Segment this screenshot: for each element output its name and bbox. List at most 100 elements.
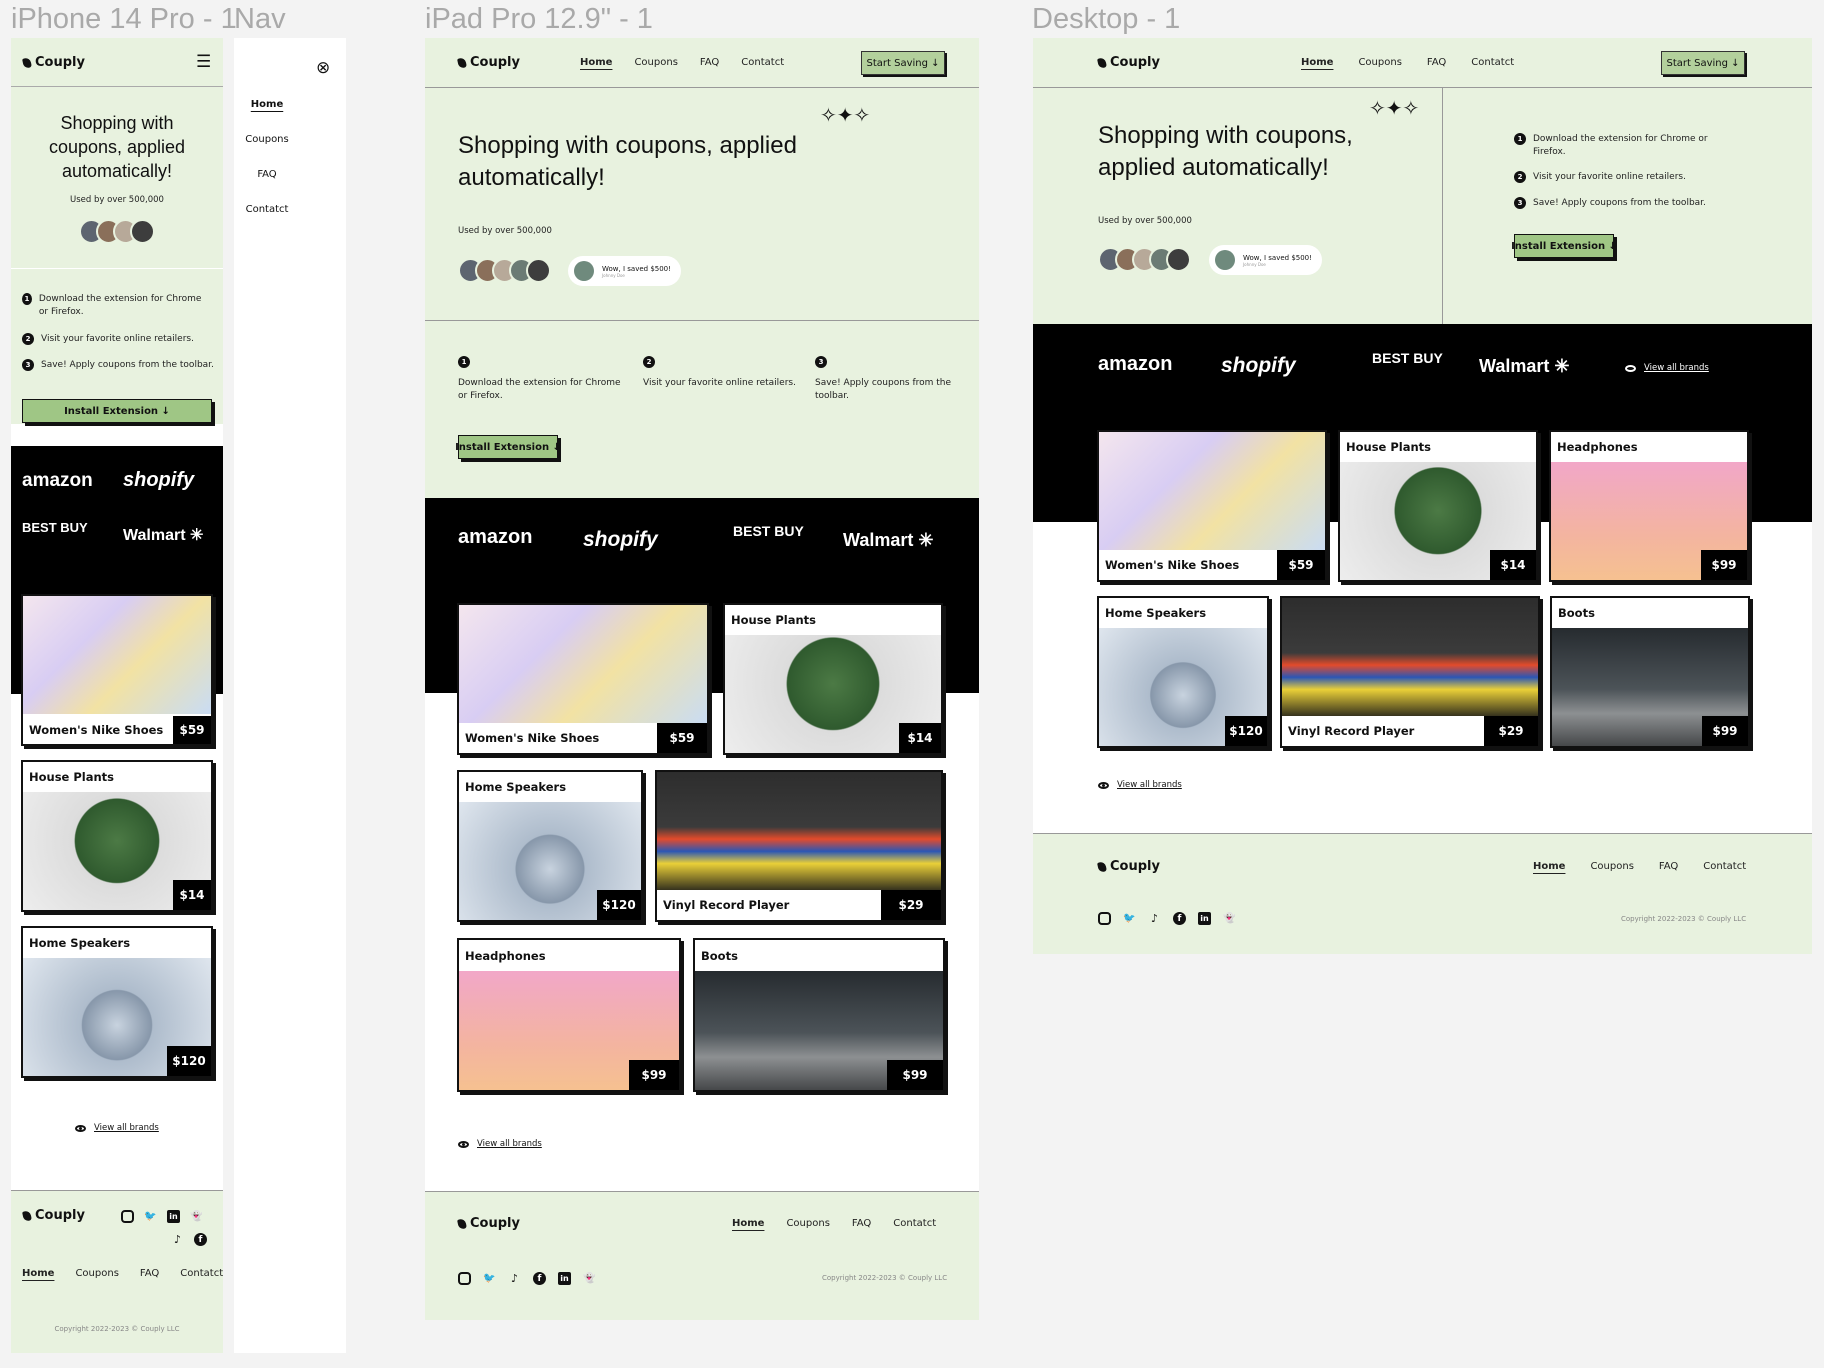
- bestbuy-logo[interactable]: BEST BUY: [733, 524, 804, 538]
- footer-logo[interactable]: Couply: [22, 1208, 85, 1223]
- desktop-logo[interactable]: Couply: [1097, 55, 1160, 70]
- product-card[interactable]: House Plants $14: [723, 603, 943, 755]
- product-card[interactable]: Boots $99: [1550, 596, 1750, 748]
- view-all-brands-link-top[interactable]: View all brands: [1625, 363, 1709, 373]
- nav-contact[interactable]: Contatct: [893, 1218, 936, 1229]
- footer-logo[interactable]: Couply: [1097, 859, 1160, 874]
- view-all-text: View all brands: [1644, 363, 1709, 373]
- footer-logo[interactable]: Couply: [457, 1216, 520, 1231]
- facebook-icon[interactable]: f: [533, 1272, 546, 1285]
- nav-coupons[interactable]: Coupons: [786, 1218, 829, 1229]
- product-card[interactable]: Headphones $99: [1549, 430, 1749, 582]
- walmart-logo[interactable]: Walmart ✳: [1479, 356, 1569, 377]
- nav-home[interactable]: Home: [22, 1268, 54, 1279]
- snapchat-icon[interactable]: 👻: [190, 1210, 203, 1223]
- bestbuy-logo[interactable]: BEST BUY: [1372, 351, 1443, 365]
- view-all-brands-link[interactable]: View all brands: [75, 1123, 159, 1133]
- install-extension-button[interactable]: Install Extension ↓: [455, 435, 561, 459]
- product-card[interactable]: House Plants $14: [21, 760, 213, 912]
- snapchat-icon[interactable]: 👻: [583, 1272, 596, 1285]
- facebook-icon[interactable]: f: [194, 1233, 207, 1246]
- nav-home[interactable]: Home: [580, 57, 612, 68]
- walmart-logo[interactable]: Walmart ✳: [843, 530, 933, 551]
- product-card[interactable]: Women's Nike Shoes $59: [21, 594, 213, 746]
- avatar: [526, 258, 551, 283]
- product-card[interactable]: House Plants $14: [1338, 430, 1538, 582]
- nav-coupons[interactable]: Coupons: [1358, 57, 1401, 68]
- facebook-icon[interactable]: f: [1173, 912, 1186, 925]
- amazon-logo[interactable]: amazon: [1098, 353, 1172, 376]
- linkedin-icon[interactable]: in: [558, 1272, 571, 1285]
- amazon-logo[interactable]: amazon: [22, 470, 93, 492]
- tiktok-icon[interactable]: ♪: [508, 1272, 521, 1285]
- nav-home[interactable]: Home: [251, 99, 283, 110]
- nav-faq[interactable]: FAQ: [700, 57, 719, 68]
- nav-contact[interactable]: Contatct: [180, 1268, 223, 1279]
- twitter-icon[interactable]: 🐦: [144, 1210, 157, 1223]
- amazon-logo[interactable]: amazon: [458, 526, 532, 549]
- menu-icon[interactable]: ☰: [196, 52, 211, 72]
- step-number: 3: [22, 359, 34, 371]
- logo-text: Couply: [470, 55, 520, 70]
- install-extension-button[interactable]: Install Extension ↓: [22, 399, 212, 423]
- install-extension-button[interactable]: Install Extension ↓: [1511, 234, 1617, 258]
- nav-coupons[interactable]: Coupons: [634, 57, 677, 68]
- nav-coupons[interactable]: Coupons: [75, 1268, 118, 1279]
- walmart-logo[interactable]: Walmart ✳: [123, 525, 203, 545]
- start-saving-button[interactable]: Start Saving ↓: [861, 51, 945, 75]
- tiktok-icon[interactable]: ♪: [1148, 912, 1161, 925]
- nav-contact[interactable]: Contatct: [741, 57, 784, 68]
- product-card[interactable]: Women's Nike Shoes $59: [457, 603, 709, 755]
- start-saving-button[interactable]: Start Saving ↓: [1661, 51, 1745, 75]
- nav-faq[interactable]: FAQ: [257, 169, 276, 180]
- nav-frame: ⊗ Home Coupons FAQ Contatct: [234, 38, 346, 1353]
- view-all-text: View all brands: [94, 1123, 159, 1133]
- bestbuy-logo[interactable]: BEST BUY: [22, 521, 88, 534]
- nav-faq[interactable]: FAQ: [852, 1218, 871, 1229]
- logo-icon: [1097, 860, 1107, 873]
- nav-home[interactable]: Home: [732, 1218, 764, 1229]
- product-card[interactable]: Vinyl Record Player $29: [1280, 596, 1540, 748]
- nav-coupons[interactable]: Coupons: [245, 134, 288, 145]
- product-title: Headphones: [1551, 432, 1747, 462]
- tiktok-icon[interactable]: ♪: [171, 1233, 184, 1246]
- product-card[interactable]: Women's Nike Shoes $59: [1097, 430, 1327, 582]
- instagram-icon[interactable]: [121, 1210, 134, 1223]
- linkedin-icon[interactable]: in: [1198, 912, 1211, 925]
- testimonial-pill: Wow, I saved $500! Johnny Doe: [1209, 245, 1322, 275]
- product-card[interactable]: Vinyl Record Player $29: [655, 770, 943, 922]
- view-all-brands-link[interactable]: View all brands: [458, 1139, 542, 1149]
- step-2: 2 Visit your favorite online retailers.: [643, 356, 803, 390]
- nav-home[interactable]: Home: [1301, 57, 1333, 68]
- close-icon[interactable]: ⊗: [316, 58, 330, 78]
- instagram-icon[interactable]: [458, 1272, 471, 1285]
- product-price: $14: [1490, 550, 1536, 580]
- ipad-logo[interactable]: Couply: [457, 55, 520, 70]
- nav-faq[interactable]: FAQ: [1659, 861, 1678, 872]
- view-all-brands-link[interactable]: View all brands: [1098, 780, 1182, 790]
- twitter-icon[interactable]: 🐦: [483, 1272, 496, 1285]
- iphone-logo[interactable]: Couply: [22, 55, 85, 70]
- snapchat-icon[interactable]: 👻: [1223, 912, 1236, 925]
- twitter-icon[interactable]: 🐦: [1123, 912, 1136, 925]
- product-card[interactable]: Home Speakers $120: [1097, 596, 1269, 748]
- nav-faq[interactable]: FAQ: [1427, 57, 1446, 68]
- product-card[interactable]: Home Speakers $120: [21, 926, 213, 1078]
- shopify-logo[interactable]: shopify: [123, 469, 194, 492]
- sparkles-icon: ✧✦✧: [1369, 96, 1420, 120]
- nav-contact[interactable]: Contatct: [246, 204, 289, 215]
- nav-coupons[interactable]: Coupons: [1590, 861, 1633, 872]
- nav-contact[interactable]: Contatct: [1471, 57, 1514, 68]
- nav-contact[interactable]: Contatct: [1703, 861, 1746, 872]
- nav-home[interactable]: Home: [1533, 861, 1565, 872]
- instagram-icon[interactable]: [1098, 912, 1111, 925]
- nav-faq[interactable]: FAQ: [140, 1268, 159, 1279]
- copyright: Copyright 2022-2023 © Couply LLC: [822, 1274, 948, 1282]
- desktop-hero-title: Shopping with coupons, applied automatic…: [1098, 122, 1353, 182]
- linkedin-icon[interactable]: in: [167, 1210, 180, 1223]
- product-card[interactable]: Home Speakers $120: [457, 770, 643, 922]
- shopify-logo[interactable]: shopify: [583, 528, 658, 552]
- product-card[interactable]: Headphones $99: [457, 938, 681, 1092]
- shopify-logo[interactable]: shopify: [1221, 354, 1296, 378]
- product-card[interactable]: Boots $99: [693, 938, 945, 1092]
